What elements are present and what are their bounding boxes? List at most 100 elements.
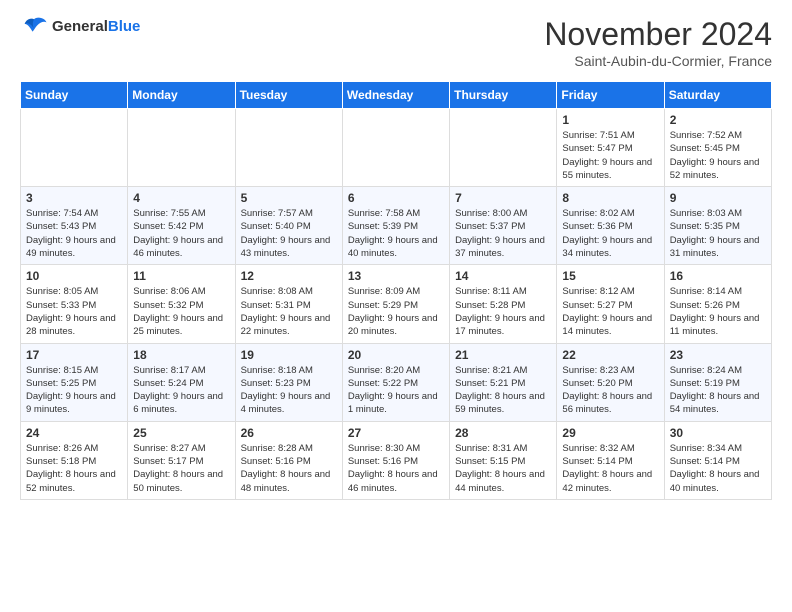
- calendar-day-30: 30 Sunrise: 8:34 AM Sunset: 5:14 PM Dayli…: [664, 421, 771, 499]
- calendar-day-15: 15 Sunrise: 8:12 AM Sunset: 5:27 PM Dayli…: [557, 265, 664, 343]
- calendar-day-9: 9 Sunrise: 8:03 AM Sunset: 5:35 PM Daylig…: [664, 187, 771, 265]
- day-info: Sunrise: 8:05 AM Sunset: 5:33 PM Dayligh…: [26, 285, 122, 338]
- month-title: November 2024: [544, 16, 772, 53]
- weekday-header-saturday: Saturday: [664, 82, 771, 109]
- calendar-day-16: 16 Sunrise: 8:14 AM Sunset: 5:26 PM Dayli…: [664, 265, 771, 343]
- calendar-empty-cell: [21, 109, 128, 187]
- calendar-day-20: 20 Sunrise: 8:20 AM Sunset: 5:22 PM Dayli…: [342, 343, 449, 421]
- calendar-day-11: 11 Sunrise: 8:06 AM Sunset: 5:32 PM Dayli…: [128, 265, 235, 343]
- calendar-empty-cell: [235, 109, 342, 187]
- day-info: Sunrise: 8:27 AM Sunset: 5:17 PM Dayligh…: [133, 442, 229, 495]
- day-info: Sunrise: 8:28 AM Sunset: 5:16 PM Dayligh…: [241, 442, 337, 495]
- day-info: Sunrise: 8:14 AM Sunset: 5:26 PM Dayligh…: [670, 285, 766, 338]
- calendar-day-13: 13 Sunrise: 8:09 AM Sunset: 5:29 PM Dayli…: [342, 265, 449, 343]
- calendar-day-3: 3Sunrise: 7:54 AM Sunset: 5:43 PM Daylig…: [21, 187, 128, 265]
- calendar-day-23: 23 Sunrise: 8:24 AM Sunset: 5:19 PM Dayli…: [664, 343, 771, 421]
- day-number: 30: [670, 426, 766, 440]
- day-info: Sunrise: 8:06 AM Sunset: 5:32 PM Dayligh…: [133, 285, 229, 338]
- calendar-body: 1 Sunrise: 7:51 AM Sunset: 5:47 PM Daylig…: [21, 109, 772, 500]
- day-number: 13: [348, 269, 444, 283]
- day-number: 24: [26, 426, 122, 440]
- day-number: 23: [670, 348, 766, 362]
- day-number: 18: [133, 348, 229, 362]
- logo: GeneralBlue: [20, 16, 140, 38]
- calendar-day-2: 2 Sunrise: 7:52 AM Sunset: 5:45 PM Daylig…: [664, 109, 771, 187]
- day-info: Sunrise: 7:57 AM Sunset: 5:40 PM Dayligh…: [241, 207, 337, 260]
- day-info: Sunrise: 8:15 AM Sunset: 5:25 PM Dayligh…: [26, 364, 122, 417]
- day-number: 19: [241, 348, 337, 362]
- day-number: 17: [26, 348, 122, 362]
- day-info: Sunrise: 8:21 AM Sunset: 5:21 PM Dayligh…: [455, 364, 551, 417]
- day-number: 28: [455, 426, 551, 440]
- day-info: Sunrise: 8:23 AM Sunset: 5:20 PM Dayligh…: [562, 364, 658, 417]
- calendar-day-27: 27 Sunrise: 8:30 AM Sunset: 5:16 PM Dayli…: [342, 421, 449, 499]
- calendar-day-8: 8Sunrise: 8:02 AM Sunset: 5:36 PM Daylig…: [557, 187, 664, 265]
- day-number: 26: [241, 426, 337, 440]
- calendar-week-5: 24 Sunrise: 8:26 AM Sunset: 5:18 PM Dayli…: [21, 421, 772, 499]
- day-number: 9: [670, 191, 766, 205]
- day-info: Sunrise: 7:51 AM Sunset: 5:47 PM Dayligh…: [562, 129, 658, 182]
- day-info: Sunrise: 8:30 AM Sunset: 5:16 PM Dayligh…: [348, 442, 444, 495]
- logo-bird-icon: [20, 16, 48, 38]
- logo-general-text: GeneralBlue: [52, 18, 140, 36]
- day-number: 11: [133, 269, 229, 283]
- calendar-day-24: 24 Sunrise: 8:26 AM Sunset: 5:18 PM Dayli…: [21, 421, 128, 499]
- day-info: Sunrise: 8:34 AM Sunset: 5:14 PM Dayligh…: [670, 442, 766, 495]
- weekday-header-tuesday: Tuesday: [235, 82, 342, 109]
- day-number: 20: [348, 348, 444, 362]
- day-info: Sunrise: 7:58 AM Sunset: 5:39 PM Dayligh…: [348, 207, 444, 260]
- calendar-day-5: 5 Sunrise: 7:57 AM Sunset: 5:40 PM Daylig…: [235, 187, 342, 265]
- weekday-header-friday: Friday: [557, 82, 664, 109]
- day-number: 12: [241, 269, 337, 283]
- calendar-week-1: 1 Sunrise: 7:51 AM Sunset: 5:47 PM Daylig…: [21, 109, 772, 187]
- day-info: Sunrise: 7:55 AM Sunset: 5:42 PM Dayligh…: [133, 207, 229, 260]
- calendar-day-21: 21 Sunrise: 8:21 AM Sunset: 5:21 PM Dayli…: [450, 343, 557, 421]
- day-number: 16: [670, 269, 766, 283]
- day-number: 5: [241, 191, 337, 205]
- calendar-week-4: 17 Sunrise: 8:15 AM Sunset: 5:25 PM Dayli…: [21, 343, 772, 421]
- weekday-header-thursday: Thursday: [450, 82, 557, 109]
- day-number: 1: [562, 113, 658, 127]
- calendar-day-10: 10Sunrise: 8:05 AM Sunset: 5:33 PM Dayli…: [21, 265, 128, 343]
- calendar-week-2: 3Sunrise: 7:54 AM Sunset: 5:43 PM Daylig…: [21, 187, 772, 265]
- day-number: 3: [26, 191, 122, 205]
- day-info: Sunrise: 8:00 AM Sunset: 5:37 PM Dayligh…: [455, 207, 551, 260]
- day-info: Sunrise: 8:24 AM Sunset: 5:19 PM Dayligh…: [670, 364, 766, 417]
- day-info: Sunrise: 8:12 AM Sunset: 5:27 PM Dayligh…: [562, 285, 658, 338]
- location-title: Saint-Aubin-du-Cormier, France: [544, 53, 772, 69]
- calendar-empty-cell: [128, 109, 235, 187]
- calendar-day-4: 4Sunrise: 7:55 AM Sunset: 5:42 PM Daylig…: [128, 187, 235, 265]
- calendar-day-17: 17 Sunrise: 8:15 AM Sunset: 5:25 PM Dayli…: [21, 343, 128, 421]
- calendar-day-29: 29 Sunrise: 8:32 AM Sunset: 5:14 PM Dayli…: [557, 421, 664, 499]
- day-info: Sunrise: 8:20 AM Sunset: 5:22 PM Dayligh…: [348, 364, 444, 417]
- calendar-day-22: 22Sunrise: 8:23 AM Sunset: 5:20 PM Dayli…: [557, 343, 664, 421]
- day-number: 25: [133, 426, 229, 440]
- day-info: Sunrise: 8:03 AM Sunset: 5:35 PM Dayligh…: [670, 207, 766, 260]
- calendar-day-19: 19 Sunrise: 8:18 AM Sunset: 5:23 PM Dayli…: [235, 343, 342, 421]
- calendar-day-18: 18 Sunrise: 8:17 AM Sunset: 5:24 PM Dayli…: [128, 343, 235, 421]
- weekday-header-sunday: Sunday: [21, 82, 128, 109]
- day-info: Sunrise: 8:32 AM Sunset: 5:14 PM Dayligh…: [562, 442, 658, 495]
- calendar-day-6: 6Sunrise: 7:58 AM Sunset: 5:39 PM Daylig…: [342, 187, 449, 265]
- title-section: November 2024 Saint-Aubin-du-Cormier, Fr…: [544, 16, 772, 69]
- calendar-week-3: 10Sunrise: 8:05 AM Sunset: 5:33 PM Dayli…: [21, 265, 772, 343]
- day-number: 7: [455, 191, 551, 205]
- calendar-day-28: 28Sunrise: 8:31 AM Sunset: 5:15 PM Dayli…: [450, 421, 557, 499]
- day-number: 21: [455, 348, 551, 362]
- day-number: 29: [562, 426, 658, 440]
- day-info: Sunrise: 8:18 AM Sunset: 5:23 PM Dayligh…: [241, 364, 337, 417]
- calendar-day-25: 25 Sunrise: 8:27 AM Sunset: 5:17 PM Dayli…: [128, 421, 235, 499]
- day-number: 15: [562, 269, 658, 283]
- calendar-day-1: 1 Sunrise: 7:51 AM Sunset: 5:47 PM Daylig…: [557, 109, 664, 187]
- day-number: 2: [670, 113, 766, 127]
- day-info: Sunrise: 7:52 AM Sunset: 5:45 PM Dayligh…: [670, 129, 766, 182]
- calendar-empty-cell: [450, 109, 557, 187]
- calendar-table: SundayMondayTuesdayWednesdayThursdayFrid…: [20, 81, 772, 500]
- weekday-header-monday: Monday: [128, 82, 235, 109]
- calendar-header-row: SundayMondayTuesdayWednesdayThursdayFrid…: [21, 82, 772, 109]
- page-header: GeneralBlue November 2024 Saint-Aubin-du…: [20, 16, 772, 69]
- day-number: 27: [348, 426, 444, 440]
- day-info: Sunrise: 8:17 AM Sunset: 5:24 PM Dayligh…: [133, 364, 229, 417]
- day-info: Sunrise: 8:09 AM Sunset: 5:29 PM Dayligh…: [348, 285, 444, 338]
- day-info: Sunrise: 8:26 AM Sunset: 5:18 PM Dayligh…: [26, 442, 122, 495]
